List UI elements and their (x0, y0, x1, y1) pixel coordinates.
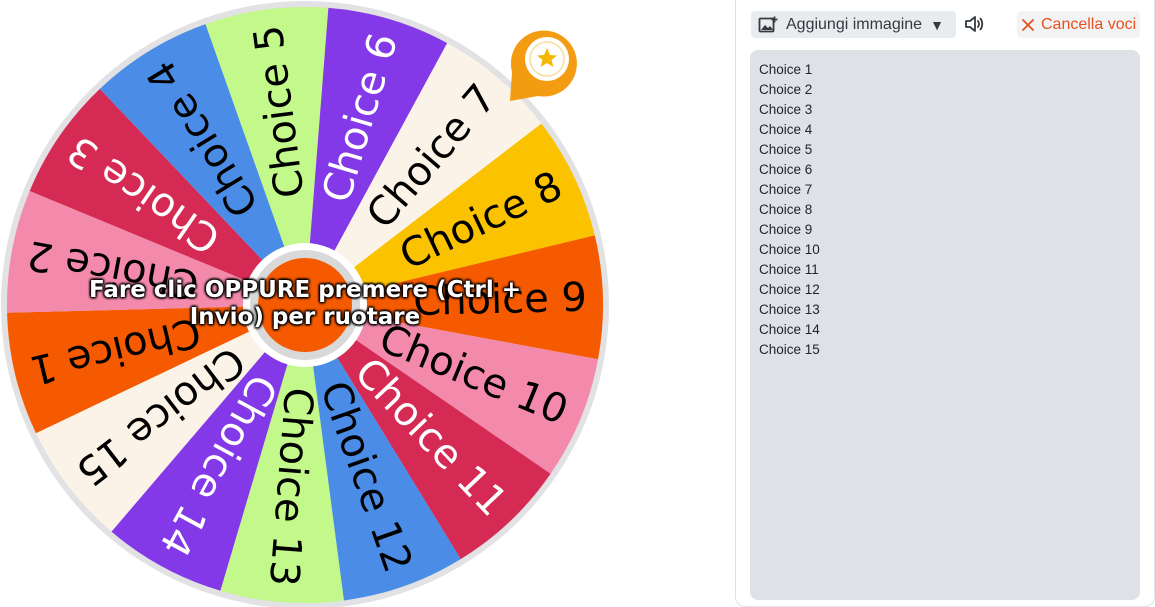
add-image-icon (758, 16, 778, 32)
entry-line[interactable]: Choice 5 (759, 140, 1131, 160)
spin-prompt[interactable]: Fare clic OPPURE premere (Ctrl + Invio) … (50, 277, 560, 331)
entry-line[interactable]: Choice 10 (759, 240, 1131, 260)
wheel-area[interactable]: Choice 1 Choice 2 Choice 3 Choice 4 Choice 5… (0, 0, 740, 607)
entry-line[interactable]: Choice 9 (759, 220, 1131, 240)
entry-line[interactable]: Choice 7 (759, 180, 1131, 200)
entries-textarea[interactable]: Choice 1 Choice 2 Choice 3 Choice 4 Choice 5… (750, 50, 1140, 600)
entry-line[interactable]: Choice 6 (759, 160, 1131, 180)
clear-entries-label: Cancella voci (1041, 15, 1137, 33)
entry-line[interactable]: Choice 11 (759, 260, 1131, 280)
entries-toolbar: Aggiungi immagine ▼ Cancella voci (736, 0, 1154, 51)
entry-line[interactable]: Choice 4 (759, 120, 1131, 140)
entries-panel: Aggiungi immagine ▼ Cancella voci Choice… (735, 0, 1155, 607)
wheel-pointer-icon (510, 30, 577, 102)
add-image-button[interactable]: Aggiungi immagine ▼ (751, 11, 956, 38)
entry-line[interactable]: Choice 3 (759, 100, 1131, 120)
entry-line[interactable]: Choice 14 (759, 320, 1131, 340)
entry-line[interactable]: Choice 8 (759, 200, 1131, 220)
entry-line[interactable]: Choice 1 (759, 60, 1131, 80)
entry-line[interactable]: Choice 2 (759, 80, 1131, 100)
volume-icon[interactable] (963, 13, 985, 35)
add-image-label: Aggiungi immagine (786, 15, 923, 33)
entry-line[interactable]: Choice 13 (759, 300, 1131, 320)
entries-list: Choice 1 Choice 2 Choice 3 Choice 4 Choice 5… (759, 60, 1131, 360)
chevron-down-icon[interactable]: ▼ (930, 17, 944, 33)
close-icon (1022, 18, 1034, 31)
entry-line[interactable]: Choice 12 (759, 280, 1131, 300)
entry-line[interactable]: Choice 15 (759, 340, 1131, 360)
clear-entries-button[interactable]: Cancella voci (1017, 11, 1140, 38)
